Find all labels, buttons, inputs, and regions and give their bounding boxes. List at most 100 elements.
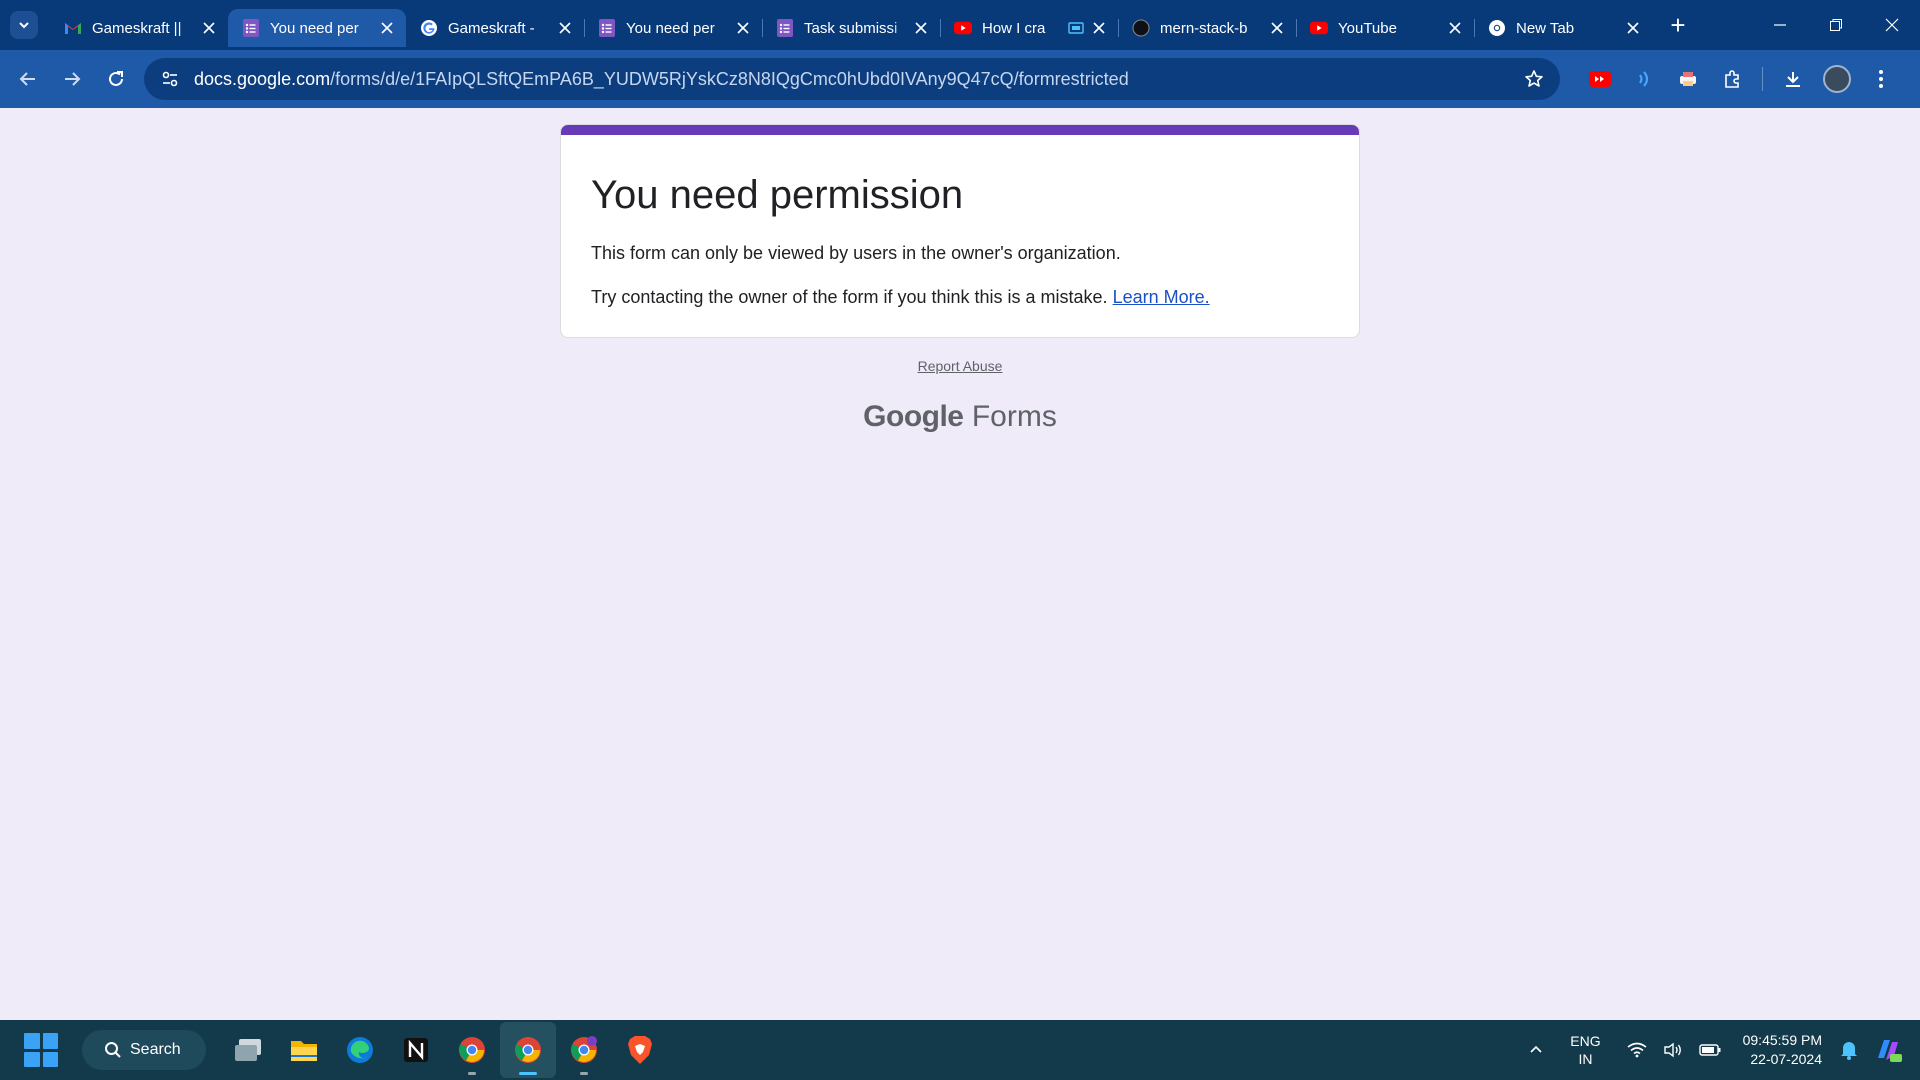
- arrow-right-icon: [65, 72, 81, 86]
- tab-title: Task submissi: [804, 19, 898, 37]
- contact-owner-message: Try contacting the owner of the form if …: [591, 285, 1329, 309]
- tab-title: mern-stack-b: [1160, 19, 1248, 37]
- running-indicator: [519, 1072, 537, 1075]
- avatar: [1823, 65, 1851, 93]
- tab-title: You need per: [270, 19, 359, 37]
- download-icon[interactable]: [1771, 57, 1815, 101]
- browser-tab[interactable]: How I cra: [940, 9, 1118, 47]
- wifi-icon[interactable]: [1627, 1042, 1647, 1058]
- start-button[interactable]: [24, 1033, 58, 1067]
- chrome-profile-icon[interactable]: [556, 1022, 612, 1078]
- browser-menu-button[interactable]: [1859, 57, 1903, 101]
- tab-title: How I cra: [982, 19, 1046, 37]
- region-code: IN: [1578, 1051, 1593, 1067]
- chevron-up-icon[interactable]: [1528, 1042, 1544, 1058]
- windows-taskbar: Search ENG IN 09:45:59 PM 22-07-2024: [0, 1020, 1920, 1080]
- new-tab-button[interactable]: +: [1664, 10, 1692, 41]
- contact-owner-text: Try contacting the owner of the form if …: [591, 287, 1108, 307]
- site-info-icon[interactable]: [158, 67, 182, 91]
- tab-close-icon[interactable]: [1446, 19, 1464, 37]
- tab-title: YouTube: [1338, 19, 1397, 37]
- tab-title: New Tab: [1516, 19, 1575, 37]
- browser-tab[interactable]: New Tab: [1474, 9, 1652, 47]
- copilot-icon[interactable]: [1874, 1036, 1904, 1064]
- file-explorer-icon[interactable]: [276, 1022, 332, 1078]
- restriction-message: This form can only be viewed by users in…: [591, 243, 1121, 263]
- bookmark-star-icon[interactable]: [1522, 67, 1546, 91]
- browser-tab[interactable]: mern-stack-b: [1118, 9, 1296, 47]
- printer-extension-icon[interactable]: [1666, 57, 1710, 101]
- task-view-icon[interactable]: [220, 1022, 276, 1078]
- taskbar-apps: [220, 1022, 668, 1078]
- tab-close-icon[interactable]: [734, 19, 752, 37]
- tab-close-icon[interactable]: [1268, 19, 1286, 37]
- youtube-extension-icon[interactable]: [1578, 57, 1622, 101]
- extensions-puzzle-icon[interactable]: [1710, 57, 1754, 101]
- learn-more-link[interactable]: Learn More.: [1113, 287, 1210, 307]
- edge-icon[interactable]: [332, 1022, 388, 1078]
- google-forms-logo[interactable]: Google Forms: [0, 400, 1920, 434]
- clock-time: 09:45:59 PM: [1742, 1032, 1822, 1048]
- back-button[interactable]: [6, 57, 50, 101]
- audio-extension-icon[interactable]: [1622, 57, 1666, 101]
- forward-button[interactable]: [50, 57, 94, 101]
- page-title: You need permission: [591, 173, 964, 217]
- chrome-icon[interactable]: [444, 1022, 500, 1078]
- tab-close-icon[interactable]: [1090, 19, 1108, 37]
- tab-title: Gameskraft ||: [92, 19, 182, 37]
- brave-icon[interactable]: [612, 1022, 668, 1078]
- close-window-button[interactable]: [1864, 0, 1920, 50]
- reload-icon: [109, 71, 123, 86]
- chrome-active-icon[interactable]: [500, 1022, 556, 1078]
- browser-tab[interactable]: Gameskraft -: [406, 9, 584, 47]
- clock[interactable]: 09:45:59 PM 22-07-2024: [1743, 1031, 1822, 1069]
- youtube-icon: [954, 19, 972, 37]
- gmail-icon: [64, 19, 82, 37]
- window-controls: [1752, 0, 1920, 50]
- battery-icon[interactable]: [1698, 1043, 1721, 1057]
- tab-close-icon[interactable]: [556, 19, 574, 37]
- arrow-left-icon: [19, 72, 35, 86]
- tab-close-icon[interactable]: [378, 19, 396, 37]
- restore-button[interactable]: [1808, 0, 1864, 50]
- running-indicator: [580, 1072, 588, 1075]
- browser-tab[interactable]: Gameskraft ||: [50, 9, 228, 47]
- report-abuse-link[interactable]: Report Abuse: [0, 358, 1920, 374]
- reload-button[interactable]: [94, 57, 138, 101]
- running-indicator: [468, 1072, 476, 1075]
- toolbar-separator: [1762, 67, 1763, 91]
- tab-close-icon[interactable]: [1624, 19, 1642, 37]
- notion-icon[interactable]: [388, 1022, 444, 1078]
- browser-tab[interactable]: YouTube: [1296, 9, 1474, 47]
- notification-bell-icon[interactable]: [1840, 1040, 1858, 1060]
- chevron-down-icon: [19, 22, 29, 29]
- profile-avatar[interactable]: [1815, 57, 1859, 101]
- logo-google-word: Google: [863, 400, 964, 433]
- system-tray: ENG IN 09:45:59 PM 22-07-2024: [1520, 1020, 1920, 1080]
- youtube-icon: [1310, 19, 1328, 37]
- minimize-button[interactable]: [1752, 0, 1808, 50]
- close-icon: [1885, 18, 1899, 32]
- taskbar-search[interactable]: Search: [82, 1030, 206, 1070]
- url-text[interactable]: docs.google.com/forms/d/e/1FAIpQLSftQEmP…: [194, 69, 1522, 90]
- google-forms-icon: [598, 19, 616, 37]
- restore-icon: [1830, 19, 1842, 31]
- browser-tab[interactable]: Task submissi: [762, 9, 940, 47]
- kebab-menu-icon: [1879, 70, 1883, 88]
- card-accent-bar: [561, 125, 1359, 135]
- language-code: ENG: [1570, 1033, 1601, 1049]
- url-path: /forms/d/e/1FAIpQLSftQEmPA6B_YUDW5RjYskC…: [330, 68, 1129, 89]
- taskbar-search-label: Search: [130, 1041, 181, 1058]
- volume-icon[interactable]: [1663, 1042, 1683, 1058]
- input-language[interactable]: ENG IN: [1570, 1032, 1600, 1068]
- browser-tab[interactable]: You need per: [584, 9, 762, 47]
- tab-close-icon[interactable]: [912, 19, 930, 37]
- tab-search-button[interactable]: [10, 11, 38, 39]
- tab-title: Gameskraft -: [448, 19, 535, 37]
- tab-close-icon[interactable]: [200, 19, 218, 37]
- url-domain: docs.google.com: [194, 68, 331, 89]
- browser-tab[interactable]: You need per: [228, 9, 406, 47]
- tab-title: You need per: [626, 19, 715, 37]
- tab-list: Gameskraft || You need per Gameskraft - You…: [50, 0, 1652, 50]
- address-bar[interactable]: docs.google.com/forms/d/e/1FAIpQLSftQEmP…: [144, 58, 1560, 100]
